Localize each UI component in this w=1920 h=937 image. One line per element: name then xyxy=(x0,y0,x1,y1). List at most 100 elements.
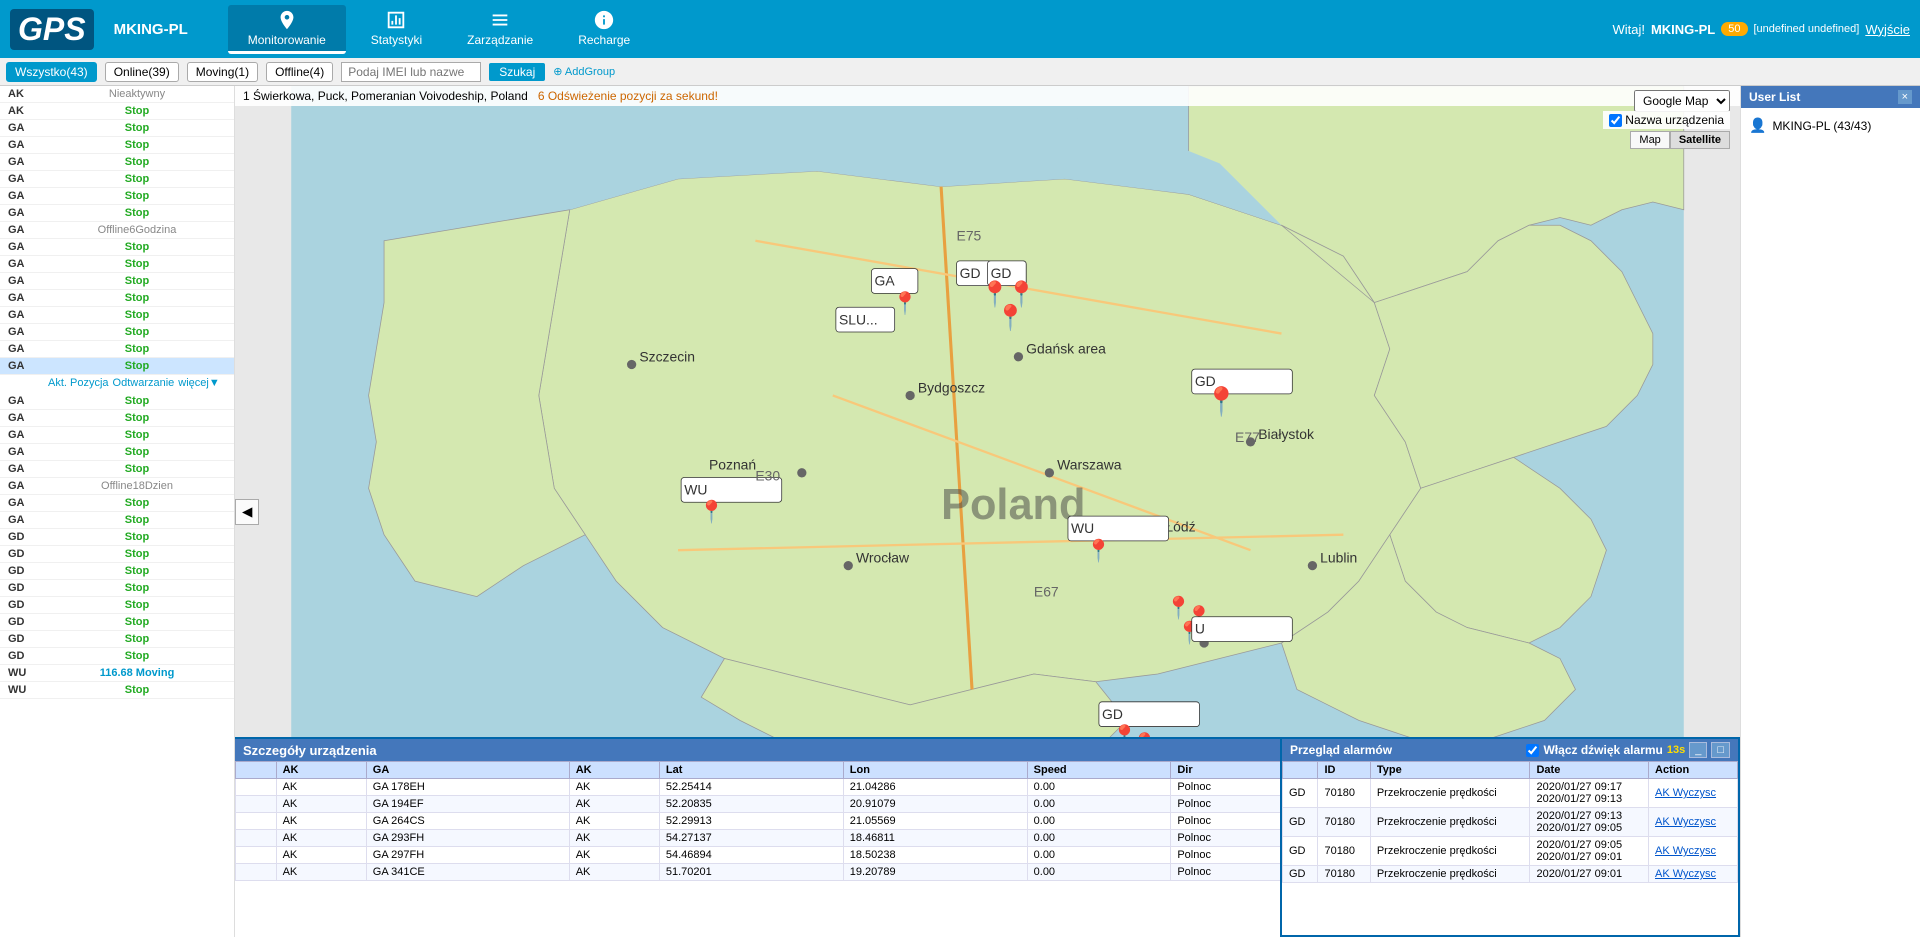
greeting-label: Witaj! xyxy=(1612,22,1645,37)
device-status: Stop xyxy=(48,548,226,560)
device-row[interactable]: GAStop xyxy=(0,290,234,307)
device-row[interactable]: GAStop xyxy=(0,154,234,171)
user-list-body: 👤 MKING-PL (43/43) xyxy=(1741,108,1920,143)
device-name: GA xyxy=(8,224,48,236)
device-status: Stop xyxy=(48,395,226,407)
device-name: GD xyxy=(8,616,48,628)
device-row[interactable]: WUStop xyxy=(0,682,234,699)
device-status: Stop xyxy=(48,565,226,577)
alarm-row: GD70180Przekroczenie prędkości2020/01/27… xyxy=(1283,837,1738,866)
device-row[interactable]: GAStop xyxy=(0,205,234,222)
col-lon: Lon xyxy=(843,762,1027,779)
device-row[interactable]: AKStop xyxy=(0,103,234,120)
svg-text:Białystok: Białystok xyxy=(1258,426,1314,442)
device-name: GA xyxy=(8,343,48,355)
device-row[interactable]: GDStop xyxy=(0,648,234,665)
map-type-dropdown[interactable]: Google Map OpenStreet xyxy=(1634,90,1730,112)
tab-recharge[interactable]: Recharge xyxy=(558,5,650,54)
svg-text:📍: 📍 xyxy=(698,499,725,524)
device-status: Stop xyxy=(48,326,226,338)
device-action-wiecej[interactable]: więcej▼ xyxy=(178,377,219,389)
search-input[interactable] xyxy=(341,62,481,82)
device-row[interactable]: GDStop xyxy=(0,580,234,597)
device-row[interactable]: GAStop xyxy=(0,512,234,529)
device-row[interactable]: GDStop xyxy=(0,631,234,648)
device-row[interactable]: GAOffline6Godzina xyxy=(0,222,234,239)
device-row[interactable]: GAStop xyxy=(0,444,234,461)
tab-statystyki[interactable]: Statystyki xyxy=(351,5,442,54)
device-row[interactable]: GDStop xyxy=(0,614,234,631)
device-row[interactable]: GAStop xyxy=(0,239,234,256)
header-right: Witaj! MKING-PL 50 [undefined undefined]… xyxy=(1612,22,1910,37)
svg-text:GA: GA xyxy=(875,273,896,289)
map-view-satellite[interactable]: Satellite xyxy=(1670,131,1730,149)
tab-zarzadzanie[interactable]: Zarządzanie xyxy=(447,5,553,54)
filter-wszystko[interactable]: Wszystko(43) xyxy=(6,62,97,82)
alarm-sound-checkbox[interactable] xyxy=(1526,744,1539,757)
device-action-akt[interactable]: Akt. Pozycja xyxy=(48,377,109,389)
device-row[interactable]: GAStop xyxy=(0,273,234,290)
map-nav-left[interactable]: ◀ xyxy=(235,499,259,525)
alarm-title: Przegląd alarmów xyxy=(1290,743,1392,757)
device-row[interactable]: GAStop xyxy=(0,171,234,188)
device-status: Stop xyxy=(48,429,226,441)
username-label: MKING-PL xyxy=(1651,22,1715,37)
device-row[interactable]: GAStop xyxy=(0,410,234,427)
user-name: MKING-PL (43/43) xyxy=(1772,119,1871,133)
device-status: Stop xyxy=(48,156,226,168)
alarm-maximize-btn[interactable]: □ xyxy=(1711,742,1730,758)
alarm-wyczysc-btn[interactable]: AK Wyczysc xyxy=(1655,868,1716,880)
filter-moving[interactable]: Moving(1) xyxy=(187,62,258,82)
device-name: GA xyxy=(8,122,48,134)
device-row[interactable]: GAStop xyxy=(0,120,234,137)
alarm-minimize-btn[interactable]: _ xyxy=(1689,742,1707,758)
map-view-map[interactable]: Map xyxy=(1630,131,1669,149)
device-row[interactable]: GAStop xyxy=(0,393,234,410)
device-row[interactable]: GAStop xyxy=(0,341,234,358)
tab-monitorowanie[interactable]: Monitorowanie xyxy=(228,5,346,54)
device-row[interactable]: GDStop xyxy=(0,546,234,563)
device-status: Stop xyxy=(48,463,226,475)
user-extra: [undefined undefined] xyxy=(1754,23,1860,35)
svg-text:GD: GD xyxy=(1102,706,1123,722)
nazwa-checkbox-input[interactable] xyxy=(1609,114,1622,127)
device-row[interactable]: WU116.68 Moving xyxy=(0,665,234,682)
svg-text:📍: 📍 xyxy=(1085,538,1112,563)
logout-btn[interactable]: Wyjście xyxy=(1865,22,1910,37)
device-row[interactable]: GAStop xyxy=(0,427,234,444)
device-name: GA xyxy=(8,292,48,304)
device-row[interactable]: GAOffline18Dzien xyxy=(0,478,234,495)
device-row[interactable]: GAStop xyxy=(0,358,234,375)
user-icon: 👤 xyxy=(1749,117,1766,134)
device-name: GA xyxy=(8,360,48,372)
device-row[interactable]: GAStop xyxy=(0,461,234,478)
user-list-close-btn[interactable]: × xyxy=(1898,90,1912,104)
device-row[interactable]: GAStop xyxy=(0,137,234,154)
device-action-odtwarzanie[interactable]: Odtwarzanie xyxy=(113,377,175,389)
device-name: GA xyxy=(8,429,48,441)
device-row[interactable]: GAStop xyxy=(0,188,234,205)
device-row[interactable]: GDStop xyxy=(0,529,234,546)
device-name: GA xyxy=(8,258,48,270)
device-name: GA xyxy=(8,207,48,219)
filter-offline[interactable]: Offline(4) xyxy=(266,62,333,82)
alarm-wyczysc-btn[interactable]: AK Wyczysc xyxy=(1655,845,1716,857)
location-address: 1 Świerkowa, Puck, Pomeranian Voivodeshi… xyxy=(243,89,528,103)
alarm-wyczysc-btn[interactable]: AK Wyczysc xyxy=(1655,787,1716,799)
device-row[interactable]: AKNieaktywny xyxy=(0,86,234,103)
alarm-wyczysc-btn[interactable]: AK Wyczysc xyxy=(1655,816,1716,828)
device-name: GD xyxy=(8,582,48,594)
header: GPS MKING-PL Monitorowanie Statystyki Za… xyxy=(0,0,1920,58)
device-row[interactable]: GAStop xyxy=(0,324,234,341)
device-row[interactable]: GDStop xyxy=(0,563,234,580)
device-row[interactable]: GAStop xyxy=(0,307,234,324)
device-row[interactable]: GAStop xyxy=(0,256,234,273)
add-group-btn[interactable]: ⊕ AddGroup xyxy=(553,65,615,78)
device-name: GA xyxy=(8,395,48,407)
filter-bar: Wszystko(43) Online(39) Moving(1) Offlin… xyxy=(0,58,1920,86)
device-row[interactable]: GDStop xyxy=(0,597,234,614)
filter-online[interactable]: Online(39) xyxy=(105,62,179,82)
search-button[interactable]: Szukaj xyxy=(489,63,545,81)
device-status: Stop xyxy=(48,514,226,526)
device-row[interactable]: GAStop xyxy=(0,495,234,512)
